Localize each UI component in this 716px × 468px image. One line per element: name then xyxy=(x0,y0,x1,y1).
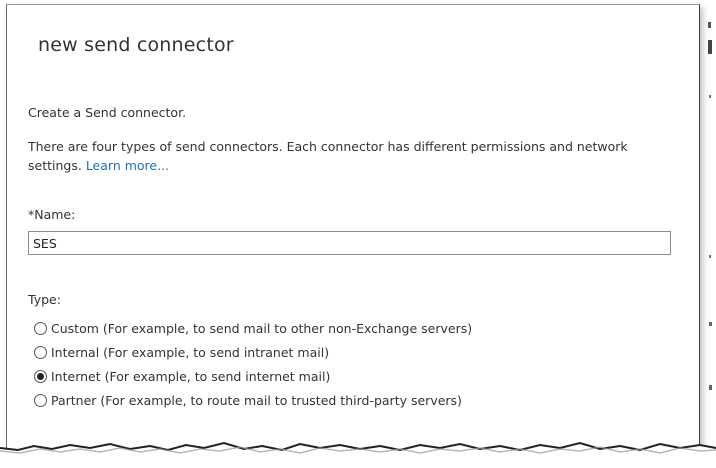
intro-text: Create a Send connector. xyxy=(28,105,187,120)
screenshot-stage: new send connector Create a Send connect… xyxy=(0,0,716,468)
name-label: *Name: xyxy=(28,207,76,222)
dialog-title: new send connector xyxy=(38,34,234,56)
radio-button-custom[interactable] xyxy=(34,321,47,335)
learn-more-link[interactable]: Learn more... xyxy=(86,158,169,173)
name-input[interactable] xyxy=(28,231,671,255)
torn-paper-edge xyxy=(0,441,716,468)
type-label: Type: xyxy=(28,292,61,307)
radio-button-internal[interactable] xyxy=(34,345,47,359)
description-text: There are four types of send connectors.… xyxy=(28,137,638,175)
type-option-partner-label: Partner (For example, to route mail to t… xyxy=(51,392,462,408)
type-option-custom[interactable]: Custom (For example, to send mail to oth… xyxy=(34,316,472,340)
background-window-edge xyxy=(708,22,712,390)
connector-type-radio-group: Custom (For example, to send mail to oth… xyxy=(34,316,472,412)
type-option-internal-label: Internal (For example, to send intranet … xyxy=(51,344,330,360)
radio-button-partner[interactable] xyxy=(34,393,47,407)
radio-button-internet[interactable] xyxy=(34,369,47,383)
type-option-internet[interactable]: Internet (For example, to send internet … xyxy=(34,364,472,388)
new-send-connector-dialog: new send connector Create a Send connect… xyxy=(6,4,700,453)
type-option-partner[interactable]: Partner (For example, to route mail to t… xyxy=(34,388,472,412)
type-option-internet-label: Internet (For example, to send internet … xyxy=(51,368,331,384)
type-option-custom-label: Custom (For example, to send mail to oth… xyxy=(51,320,473,336)
type-option-internal[interactable]: Internal (For example, to send intranet … xyxy=(34,340,472,364)
